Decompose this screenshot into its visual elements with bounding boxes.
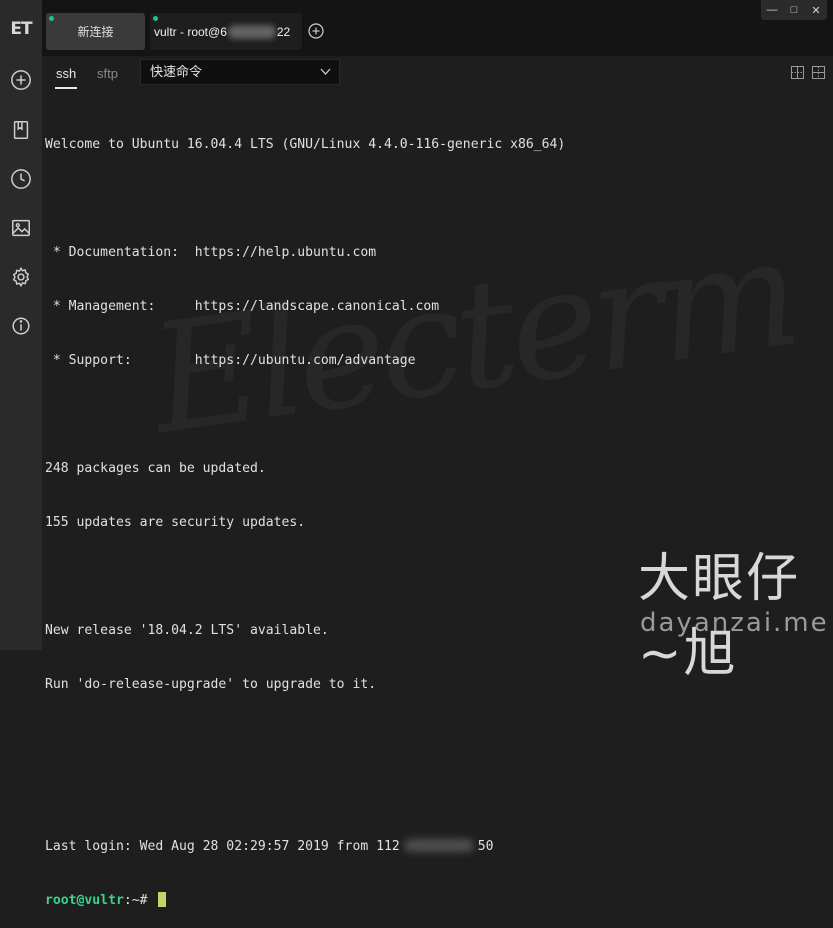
last-login-suffix: 50 (477, 839, 494, 854)
history-button[interactable] (8, 166, 34, 192)
terminal-output[interactable]: Welcome to Ubuntu 16.04.4 LTS (GNU/Linux… (45, 100, 825, 928)
quick-command-label: 快速命令 (150, 64, 203, 79)
close-button[interactable]: ✕ (805, 0, 827, 20)
tab-label-suffix: 22 (276, 24, 291, 39)
tab-new-connection[interactable]: 新连接 (46, 13, 145, 50)
session-toolbar: ssh sftp 快速命令 (42, 56, 833, 92)
watermark-url: dayanzai.me (640, 608, 829, 638)
about-button[interactable] (8, 313, 34, 339)
background-image-button[interactable] (8, 215, 34, 241)
terminal-cursor (158, 892, 167, 907)
terminal-line: * Support: https://ubuntu.com/advantage (45, 353, 416, 368)
app-logo: ET (10, 19, 32, 39)
plus-circle-icon (11, 70, 31, 90)
info-icon (12, 317, 30, 335)
maximize-button[interactable]: □ (783, 0, 805, 20)
bookmarks-button[interactable] (8, 117, 34, 143)
active-subtab-indicator (55, 87, 77, 89)
split-vertical-icon[interactable] (812, 66, 825, 79)
last-login-prefix: Last login: Wed Aug 28 02:29:57 2019 fro… (45, 839, 400, 854)
prompt-path: :~# (123, 893, 156, 908)
image-icon (12, 219, 30, 237)
minimize-button[interactable]: — (761, 0, 783, 20)
window-controls: — □ ✕ (761, 0, 827, 20)
tab-label-prefix: vultr - root@6 (154, 24, 227, 39)
chevron-down-icon (320, 68, 331, 75)
tab-vultr-session[interactable]: vultr - root@6 22 (150, 13, 302, 50)
subtab-ssh[interactable]: ssh (56, 66, 76, 81)
last-login-line: Last login: Wed Aug 28 02:29:57 2019 fro… (45, 838, 825, 856)
new-connection-button[interactable] (8, 67, 34, 93)
gear-icon (12, 266, 30, 288)
bookmark-icon (13, 121, 29, 139)
redacted-ip (403, 839, 474, 852)
split-horizontal-icon[interactable] (791, 66, 804, 79)
add-tab-icon[interactable] (308, 23, 324, 39)
terminal-line: 155 updates are security updates. (45, 515, 306, 530)
terminal-line: * Documentation: https://help.ubuntu.com (45, 245, 377, 260)
prompt-line[interactable]: root@vultr:~# (45, 892, 825, 910)
sidebar: ET (0, 0, 42, 650)
tab-bar: 新连接 vultr - root@6 22 — □ ✕ (42, 0, 833, 56)
tab-label: 新连接 (77, 25, 114, 39)
settings-button[interactable] (8, 264, 34, 290)
tab-status-dot (49, 16, 54, 21)
terminal-line: * Management: https://landscape.canonica… (45, 299, 440, 314)
terminal-line: 248 packages can be updated. (45, 461, 266, 476)
subtab-sftp[interactable]: sftp (97, 66, 118, 81)
layout-controls (791, 66, 825, 79)
redacted-ip (227, 24, 276, 39)
tab-status-dot (153, 16, 158, 21)
history-clock-icon (11, 169, 31, 189)
quick-command-select[interactable]: 快速命令 (140, 59, 340, 85)
prompt-user: root@vultr (45, 893, 124, 908)
terminal-line: Welcome to Ubuntu 16.04.4 LTS (GNU/Linux… (45, 137, 566, 152)
